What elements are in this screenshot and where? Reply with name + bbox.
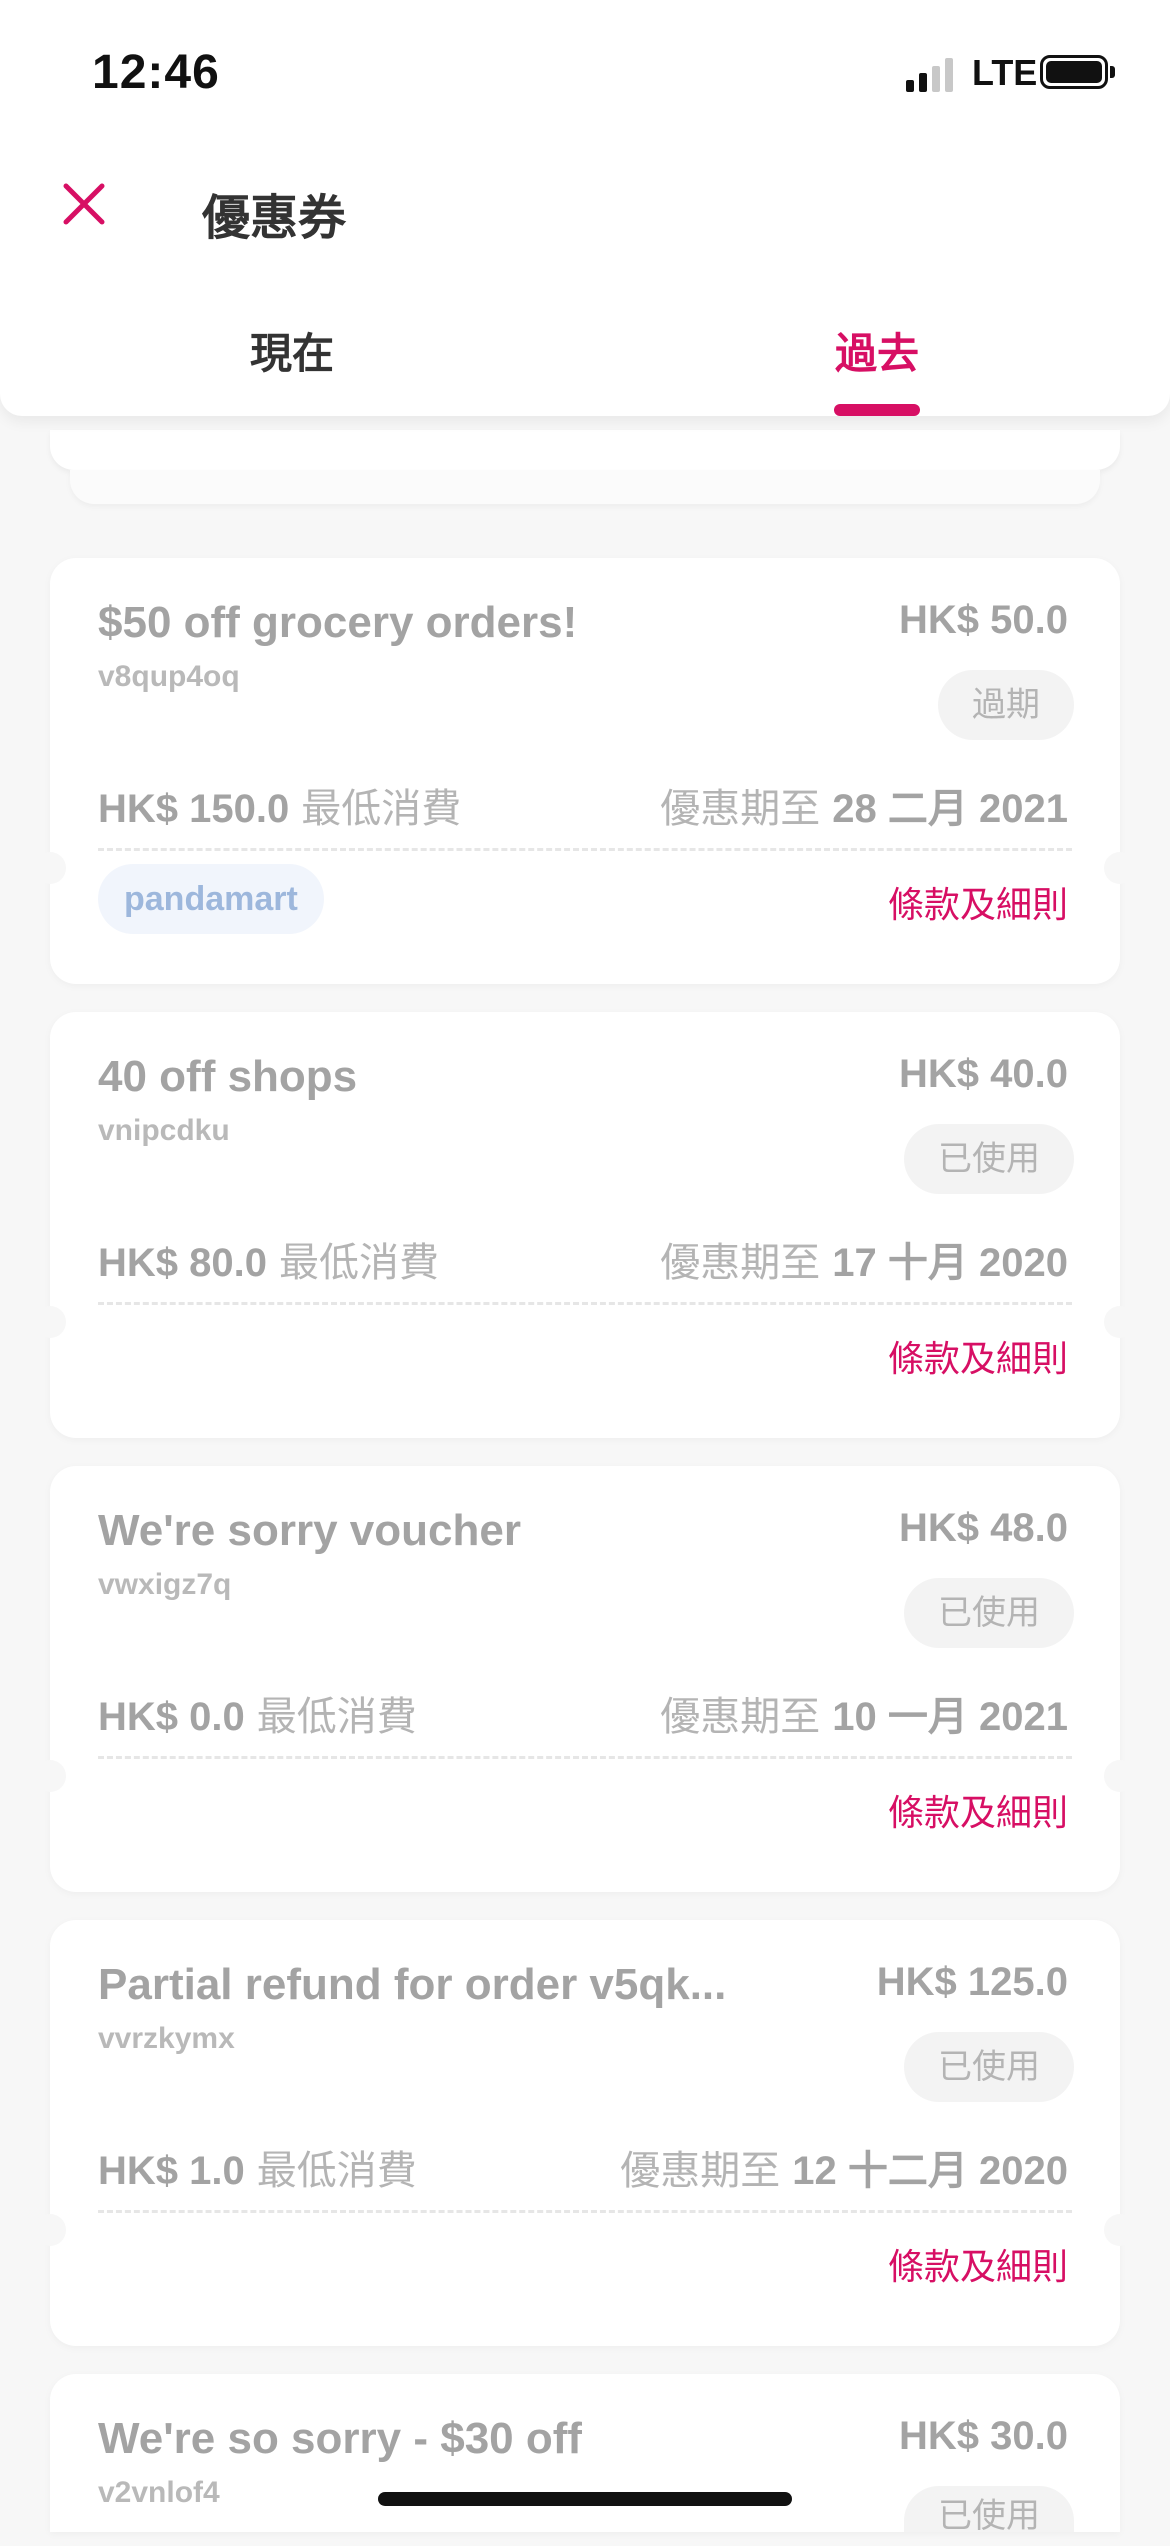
voucher-amount: HK$ 30.0: [899, 2414, 1068, 2458]
status-time: 12:46: [92, 46, 220, 99]
voucher-amount: HK$ 125.0: [876, 1960, 1068, 2004]
header: 12:46 LTE 優惠券 現在 過去: [0, 0, 1170, 416]
voucher-code: vwxigz7q: [98, 1568, 232, 1601]
terms-link[interactable]: 條款及細則: [888, 1330, 1068, 1382]
min-spend-value: HK$ 0.0: [98, 1695, 245, 1739]
voucher-card[interactable]: We're sorry voucher vwxigz7q HK$ 48.0 已使…: [34, 1466, 1136, 1892]
valid-until-date: 10 一月 2021: [832, 1695, 1068, 1739]
page-title: 優惠券: [202, 192, 347, 245]
valid-until-label: 優惠期至: [620, 2149, 781, 2193]
terms-link[interactable]: 條款及細則: [888, 876, 1068, 928]
status-badge: 過期: [938, 670, 1074, 740]
voucher-tag: pandamart: [98, 864, 324, 934]
min-spend-label: 最低消費: [278, 1241, 439, 1285]
status-badge: 已使用: [904, 2486, 1074, 2535]
min-spend-label: 最低消費: [256, 2149, 417, 2193]
stacked-card-edge: [50, 430, 1120, 470]
signal-icon: [906, 58, 953, 92]
close-icon: [63, 183, 105, 225]
min-spend: HK$ 1.0 最低消費: [98, 2138, 417, 2196]
valid-until-label: 優惠期至: [660, 1695, 821, 1739]
tab-current[interactable]: 現在: [250, 320, 334, 381]
valid-until: 優惠期至 12 十二月 2020: [620, 2138, 1068, 2196]
home-indicator[interactable]: [378, 2492, 792, 2506]
close-button[interactable]: [58, 178, 110, 230]
dashed-divider: [98, 2210, 1072, 2213]
valid-until: 優惠期至 17 十月 2020: [660, 1230, 1068, 1288]
valid-until: 優惠期至 10 一月 2021: [660, 1684, 1068, 1742]
dashed-divider: [98, 1756, 1072, 1759]
voucher-card[interactable]: 40 off shops vnipcdku HK$ 40.0 已使用 HK$ 8…: [34, 1012, 1136, 1438]
dashed-divider: [98, 1302, 1072, 1305]
voucher-title: We're so sorry - $30 off: [98, 2414, 583, 2463]
voucher-title: $50 off grocery orders!: [98, 598, 578, 647]
voucher-code: v8qup4oq: [98, 660, 240, 693]
min-spend-label: 最低消費: [301, 787, 462, 831]
min-spend-value: HK$ 1.0: [98, 2149, 245, 2193]
valid-until-date: 17 十月 2020: [832, 1241, 1068, 1285]
terms-link[interactable]: 條款及細則: [888, 1784, 1068, 1836]
status-badge: 已使用: [904, 1578, 1074, 1648]
min-spend: HK$ 0.0 最低消費: [98, 1684, 417, 1742]
battery-icon: [1040, 55, 1108, 89]
terms-link[interactable]: 條款及細則: [888, 2238, 1068, 2290]
valid-until-label: 優惠期至: [660, 787, 821, 831]
min-spend-value: HK$ 150.0: [98, 787, 290, 831]
valid-until: 優惠期至 28 二月 2021: [660, 776, 1068, 834]
min-spend-value: HK$ 80.0: [98, 1241, 267, 1285]
voucher-amount: HK$ 48.0: [899, 1506, 1068, 1550]
min-spend: HK$ 150.0 最低消費: [98, 776, 461, 834]
battery-tip: [1110, 66, 1115, 78]
network-label: LTE: [972, 52, 1038, 93]
valid-until-date: 28 二月 2021: [832, 787, 1068, 831]
status-badge: 已使用: [904, 2032, 1074, 2102]
status-badge: 已使用: [904, 1124, 1074, 1194]
voucher-card[interactable]: Partial refund for order v5qk... vvrzkym…: [34, 1920, 1136, 2346]
voucher-code: v2vnlof4: [98, 2476, 220, 2509]
min-spend-label: 最低消費: [256, 1695, 417, 1739]
voucher-code: vnipcdku: [98, 1114, 230, 1147]
valid-until-date: 12 十二月 2020: [792, 2149, 1068, 2193]
voucher-title: Partial refund for order v5qk...: [98, 1960, 727, 2009]
voucher-amount: HK$ 50.0: [899, 598, 1068, 642]
voucher-code: vvrzkymx: [98, 2022, 235, 2055]
voucher-card[interactable]: We're so sorry - $30 off v2vnlof4 HK$ 30…: [50, 2374, 1120, 2535]
voucher-title: 40 off shops: [98, 1052, 358, 1101]
min-spend: HK$ 80.0 最低消費: [98, 1230, 439, 1288]
dashed-divider: [98, 848, 1072, 851]
valid-until-label: 優惠期至: [660, 1241, 821, 1285]
voucher-card[interactable]: $50 off grocery orders! v8qup4oq HK$ 50.…: [34, 558, 1136, 984]
active-tab-indicator: [834, 404, 920, 416]
voucher-amount: HK$ 40.0: [899, 1052, 1068, 1096]
voucher-title: We're sorry voucher: [98, 1506, 521, 1555]
stacked-card-edge: [70, 470, 1100, 504]
tab-past[interactable]: 過去: [835, 320, 919, 381]
